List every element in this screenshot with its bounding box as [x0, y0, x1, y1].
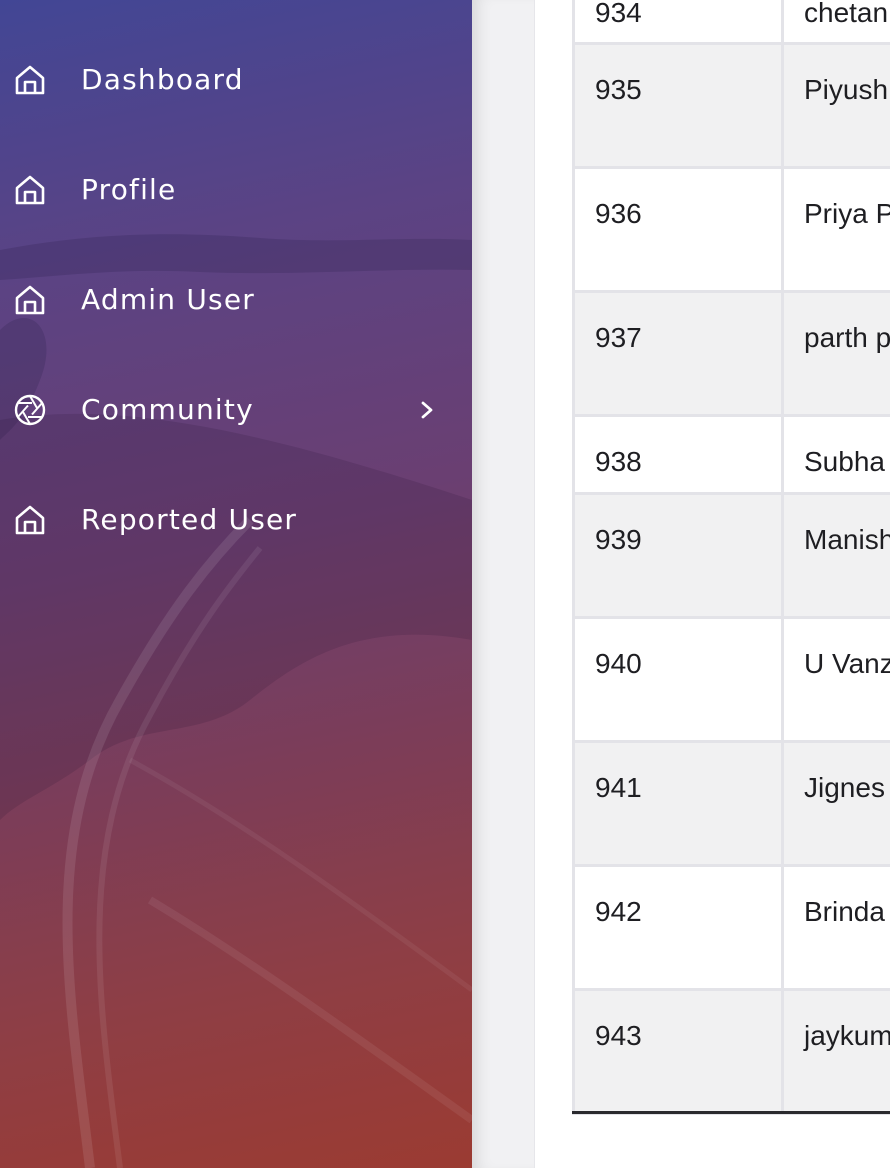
aperture-icon: [13, 393, 47, 427]
cell-id: 943: [572, 988, 784, 1115]
table-row[interactable]: 942 Brinda Patel: [572, 864, 890, 991]
cell-name: Manish: [781, 492, 890, 619]
table-row[interactable]: 935 Piyush: [572, 42, 890, 169]
sidebar-item-label: Dashboard: [81, 63, 244, 96]
sidebar-item-label: Community: [81, 393, 254, 426]
home-icon: [13, 503, 47, 537]
sidebar: Dashboard Profile Admin User Community R…: [0, 0, 472, 1168]
cell-id: 941: [572, 740, 784, 867]
table-row[interactable]: 937 parth p: [572, 290, 890, 417]
cell-id: 934: [572, 0, 784, 45]
users-table: 934 chetan 935 Piyush 936 Priya P 937 pa…: [572, 0, 890, 1115]
users-table-wrapper[interactable]: 934 chetan 935 Piyush 936 Priya P 937 pa…: [572, 0, 890, 1116]
sidebar-item-label: Admin User: [81, 283, 255, 316]
table-row[interactable]: 941 Jignes: [572, 740, 890, 867]
cell-id: 936: [572, 166, 784, 293]
cell-id: 935: [572, 42, 784, 169]
cell-name: Priya P: [781, 166, 890, 293]
cell-name: jaykum: [781, 988, 890, 1115]
cell-name: Subha: [781, 414, 890, 495]
sidebar-item-admin-user[interactable]: Admin User: [0, 245, 472, 355]
home-icon: [13, 63, 47, 97]
cell-id: 938: [572, 414, 784, 495]
cell-id: 940: [572, 616, 784, 743]
app-root: Dashboard Profile Admin User Community R…: [0, 0, 890, 1168]
sidebar-item-profile[interactable]: Profile: [0, 135, 472, 245]
cell-name: Brinda Patel: [781, 864, 890, 991]
home-icon: [13, 173, 47, 207]
cell-id: 937: [572, 290, 784, 417]
cell-id: 939: [572, 492, 784, 619]
cell-name: Jignes: [781, 740, 890, 867]
table-bottom-border: [572, 1111, 890, 1114]
sidebar-nav: Dashboard Profile Admin User Community R…: [0, 25, 472, 575]
table-row[interactable]: 939 Manish: [572, 492, 890, 619]
home-icon: [13, 283, 47, 317]
table-row[interactable]: 940 U Vanz: [572, 616, 890, 743]
sidebar-item-label: Profile: [81, 173, 177, 206]
chevron-right-icon[interactable]: [416, 396, 438, 424]
sidebar-item-community[interactable]: Community: [0, 355, 472, 465]
cell-name: chetan: [781, 0, 890, 45]
table-row[interactable]: 934 chetan: [572, 0, 890, 45]
table-row[interactable]: 943 jaykum: [572, 988, 890, 1115]
cell-name: parth p: [781, 290, 890, 417]
sidebar-item-label: Reported User: [81, 503, 298, 536]
table-row[interactable]: 938 Subha: [572, 414, 890, 495]
sidebar-item-reported-user[interactable]: Reported User: [0, 465, 472, 575]
sidebar-item-dashboard[interactable]: Dashboard: [0, 25, 472, 135]
cell-name: Piyush: [781, 42, 890, 169]
table-row[interactable]: 936 Priya P: [572, 166, 890, 293]
cell-id: 942: [572, 864, 784, 991]
cell-name: U Vanz: [781, 616, 890, 743]
